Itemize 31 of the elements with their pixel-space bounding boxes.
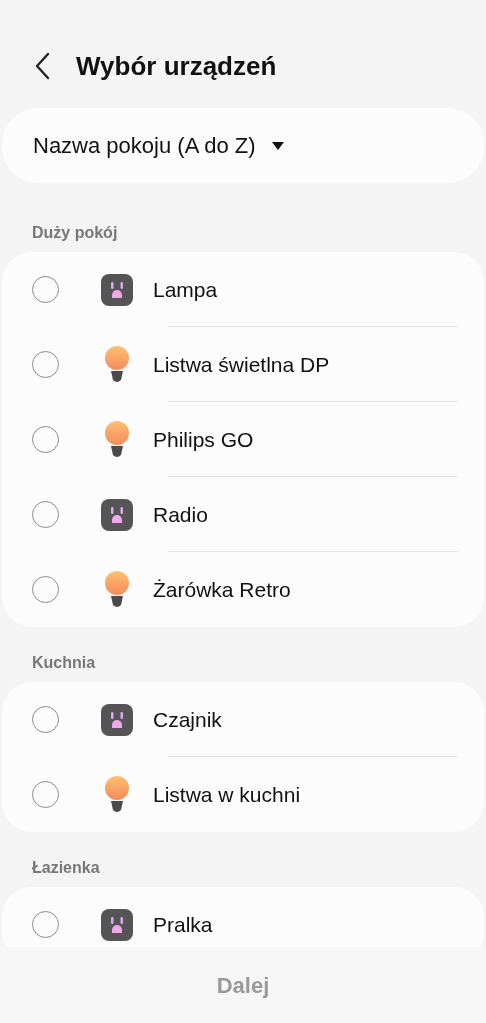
section-title: Łazienka	[32, 858, 101, 878]
plug-icon	[101, 273, 133, 306]
plug-icon	[101, 908, 133, 941]
plug-icon	[101, 498, 133, 531]
back-icon	[34, 52, 50, 80]
device-row[interactable]: Philips GO	[2, 402, 484, 477]
dropdown-caret-icon	[271, 141, 284, 150]
device-name: Pralka	[153, 911, 213, 938]
device-name: Radio	[153, 501, 208, 528]
device-name: Listwa świetlna DP	[153, 351, 330, 378]
device-row[interactable]: Żarówka Retro	[2, 552, 484, 627]
device-name: Philips GO	[153, 426, 254, 453]
device-name: Żarówka Retro	[153, 576, 291, 603]
device-row[interactable]: Pralka	[2, 887, 484, 947]
plug-icon	[101, 703, 133, 736]
device-row[interactable]: Lampa	[2, 252, 484, 327]
device-name: Lampa	[153, 276, 218, 303]
sort-dropdown[interactable]: Nazwa pokoju (A do Z)	[2, 108, 484, 183]
device-name: Czajnik	[153, 706, 222, 733]
light-bulb-icon	[104, 570, 130, 609]
light-bulb-icon	[104, 345, 130, 384]
device-name: Listwa w kuchni	[153, 781, 301, 808]
device-row[interactable]: Czajnik	[2, 682, 484, 757]
device-row[interactable]: Listwa świetlna DP	[2, 327, 484, 402]
device-row[interactable]: Listwa w kuchni	[2, 757, 484, 832]
device-row[interactable]: Radio	[2, 477, 484, 552]
light-bulb-icon	[104, 420, 130, 459]
light-bulb-icon	[104, 775, 130, 814]
page-title: Wybór urządzeń	[76, 49, 277, 83]
section-title: Kuchnia	[32, 653, 97, 673]
section-title: Duży pokój	[32, 223, 119, 243]
